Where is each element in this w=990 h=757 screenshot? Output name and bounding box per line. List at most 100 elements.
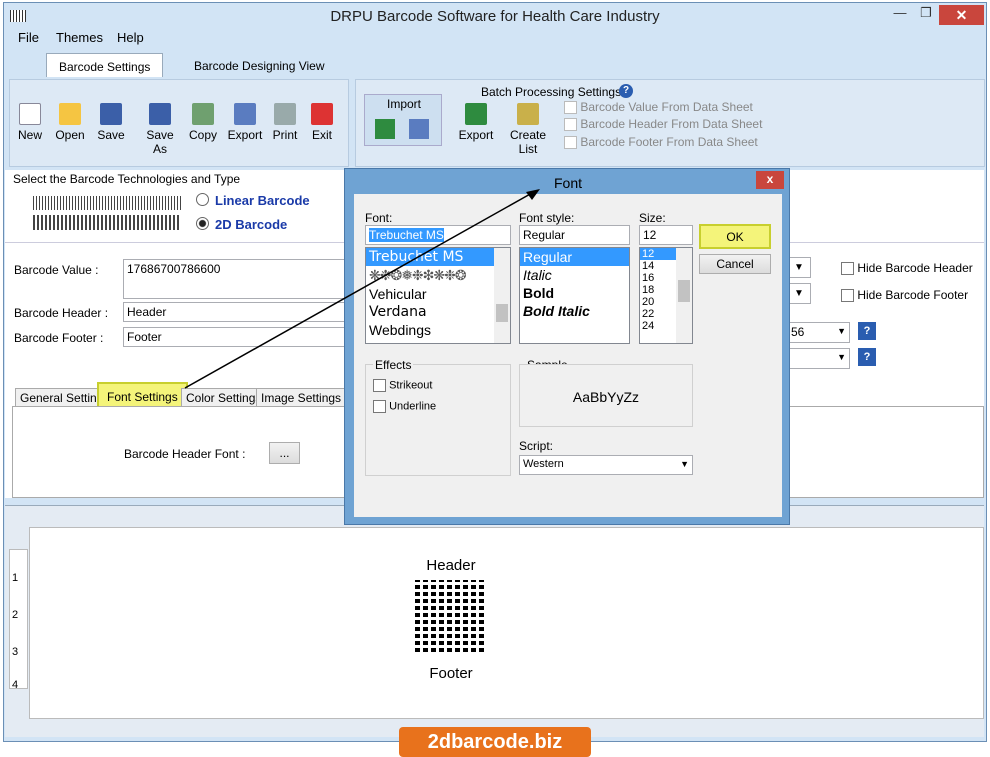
help-icon[interactable]: ?	[858, 348, 876, 366]
dropdown-2[interactable]: ▼	[787, 283, 811, 304]
tech-heading: Select the Barcode Technologies and Type	[13, 172, 241, 186]
hide-header-option[interactable]: Hide Barcode Header	[841, 261, 973, 276]
save-button[interactable]: Save	[92, 103, 130, 142]
open-button[interactable]: Open	[51, 103, 89, 142]
twod-barcode-label[interactable]: 2D Barcode	[215, 217, 287, 232]
footer-from-sheet-checkbox[interactable]	[564, 136, 577, 150]
barcode-header-input[interactable]: Header	[123, 302, 348, 322]
barcode-value-label: Barcode Value :	[14, 263, 99, 277]
font-name-input[interactable]: Trebuchet MS	[365, 225, 511, 245]
copy-button[interactable]: Copy	[184, 103, 222, 142]
font-style-input[interactable]: Regular	[519, 225, 630, 245]
script-label: Script:	[519, 439, 554, 453]
export-icon	[234, 103, 256, 125]
barcode-value-input[interactable]: 17686700786600	[123, 259, 348, 299]
strikeout-option[interactable]: Strikeout	[373, 379, 432, 392]
combo-2[interactable]: ▼	[787, 348, 850, 369]
underline-option[interactable]: Underline	[373, 400, 436, 413]
printer-icon	[274, 103, 296, 125]
font-dialog: Font x Font: Trebuchet MS Trebuchet MS ❋…	[344, 168, 790, 525]
header-from-sheet-checkbox[interactable]	[564, 118, 577, 132]
menu-help[interactable]: Help	[117, 30, 144, 45]
import-label: Import	[387, 97, 422, 111]
script-select[interactable]: Western ▼	[519, 455, 693, 475]
dialog-close-button[interactable]: x	[756, 171, 784, 189]
maximize-button[interactable]: ❐	[912, 5, 940, 25]
scrollbar[interactable]	[494, 248, 510, 343]
font-style-list[interactable]: Regular Italic Bold Bold Italic	[519, 247, 630, 344]
underline-checkbox[interactable]	[373, 400, 386, 413]
value-from-sheet[interactable]: Barcode Value From Data Sheet	[564, 100, 753, 115]
menu-file[interactable]: File	[18, 30, 39, 45]
exit-button[interactable]: Exit	[303, 103, 341, 142]
size-input[interactable]: 12	[639, 225, 693, 245]
ruler-tick: 4	[12, 679, 19, 691]
preview-canvas	[29, 527, 984, 719]
font-label: Font:	[365, 211, 393, 225]
strikeout-checkbox[interactable]	[373, 379, 386, 392]
tab-barcode-settings[interactable]: Barcode Settings	[46, 53, 164, 77]
effects-label: Effects	[373, 358, 414, 372]
list-item[interactable]: Verdana	[366, 303, 510, 321]
print-button[interactable]: Print	[266, 103, 304, 142]
create-list-button[interactable]: Create List	[501, 103, 555, 156]
linear-barcode-radio[interactable]	[196, 193, 209, 206]
list-item[interactable]: Vehicular	[366, 285, 510, 303]
dialog-body: Font: Trebuchet MS Trebuchet MS ❋❉❂❅❉❇❋❉…	[354, 194, 782, 517]
header-from-sheet[interactable]: Barcode Header From Data Sheet	[564, 117, 762, 132]
save-as-icon	[149, 103, 171, 125]
help-icon[interactable]: ?	[858, 322, 876, 340]
list-item[interactable]: Trebuchet MS	[366, 248, 510, 266]
cancel-button[interactable]: Cancel	[699, 254, 771, 274]
scrollbar-thumb[interactable]	[496, 304, 508, 322]
linear-barcode-label[interactable]: Linear Barcode	[215, 193, 310, 208]
hide-footer-checkbox[interactable]	[841, 289, 854, 303]
batch-export-button[interactable]: Export	[458, 103, 494, 142]
dropdown-1[interactable]: ▼	[787, 257, 811, 278]
subtab-color-settings[interactable]: Color Settings	[181, 388, 267, 408]
header-font-browse-button[interactable]: ...	[269, 442, 300, 464]
footer-from-sheet[interactable]: Barcode Footer From Data Sheet	[564, 135, 758, 150]
barcode-header-label: Barcode Header :	[14, 306, 109, 320]
chevron-down-icon: ▼	[837, 326, 846, 336]
subtab-image-settings[interactable]: Image Settings	[256, 388, 347, 408]
list-item[interactable]: Italic	[520, 266, 629, 284]
list-item[interactable]: Webdings	[366, 321, 510, 339]
title-bar: DRPU Barcode Software for Health Care In…	[4, 3, 986, 30]
ruler-tick: 1	[12, 572, 19, 584]
excel-export-icon	[465, 103, 487, 125]
watermark-banner: 2dbarcode.biz	[399, 727, 591, 757]
minimize-button[interactable]: —	[886, 5, 914, 25]
preview-footer-text: Footer	[429, 665, 473, 682]
combo-value[interactable]: 56 ▼	[787, 322, 850, 343]
hide-header-checkbox[interactable]	[841, 262, 854, 276]
menu-themes[interactable]: Themes	[56, 30, 103, 45]
import-excel-icon[interactable]	[375, 119, 395, 139]
import-list-icon[interactable]	[409, 119, 429, 139]
linear-barcode-icons	[33, 196, 181, 210]
batch-help-icon[interactable]: ?	[619, 84, 633, 98]
new-file-icon	[19, 103, 41, 125]
hide-footer-option[interactable]: Hide Barcode Footer	[841, 288, 968, 303]
barcode-preview: Header Footer	[411, 552, 491, 692]
watermark-text: 2dbarcode.biz	[427, 731, 563, 753]
font-list[interactable]: Trebuchet MS ❋❉❂❅❉❇❋❉❂ Vehicular Verdana…	[365, 247, 511, 344]
font-name-value: Trebuchet MS	[369, 228, 444, 242]
tab-barcode-designing-view[interactable]: Barcode Designing View	[182, 53, 337, 77]
value-from-sheet-checkbox[interactable]	[564, 101, 577, 115]
scrollbar[interactable]	[676, 248, 692, 343]
list-item[interactable]: 12	[640, 248, 676, 260]
list-item[interactable]: Regular	[520, 248, 629, 266]
list-item[interactable]: Bold Italic	[520, 302, 629, 320]
twod-barcode-radio[interactable]	[196, 217, 209, 230]
ok-button[interactable]: OK	[699, 224, 771, 249]
size-list[interactable]: 12 14 16 18 20 22 24	[639, 247, 693, 344]
barcode-footer-input[interactable]: Footer	[123, 327, 348, 347]
close-button[interactable]: ✕	[939, 5, 984, 25]
scrollbar-thumb[interactable]	[678, 280, 690, 302]
ruler-tick: 2	[12, 609, 19, 621]
new-button[interactable]: New	[11, 103, 49, 142]
list-item[interactable]: Bold	[520, 284, 629, 302]
export-button[interactable]: Export	[226, 103, 264, 142]
save-as-button[interactable]: Save As	[138, 103, 182, 156]
